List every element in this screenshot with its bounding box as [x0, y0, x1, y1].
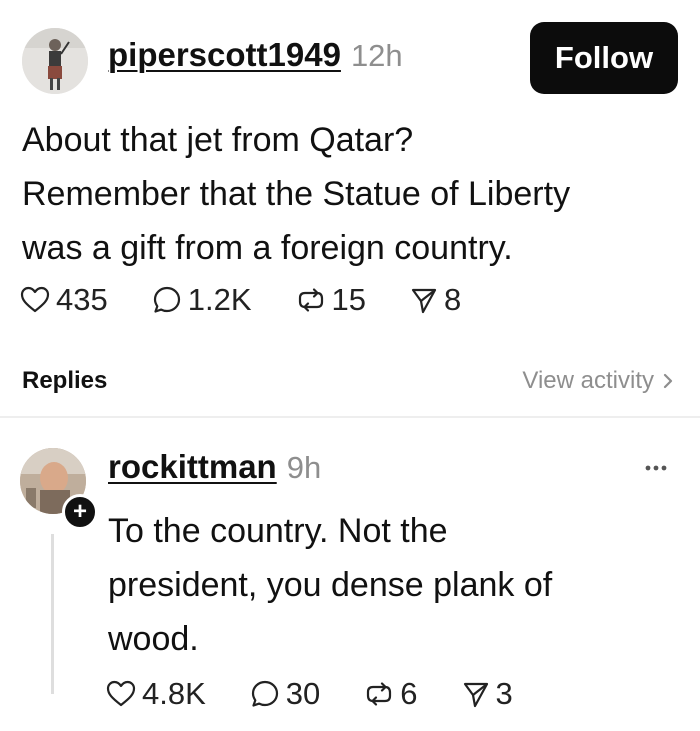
reply-share-count: 3 [495, 676, 513, 711]
reply-repost-button[interactable]: 6 [364, 676, 418, 712]
send-icon [463, 682, 488, 708]
view-activity-label: View activity [522, 367, 654, 394]
post-text-line: About that jet from Qatar? [22, 121, 414, 159]
reply-like-count: 4.8K [142, 676, 206, 711]
follow-plus-badge[interactable]: + [62, 494, 98, 530]
reply-text-line: wood. [108, 620, 199, 658]
repost-icon [298, 288, 323, 312]
like-button[interactable]: 435 [20, 282, 108, 318]
repost-icon [367, 682, 392, 706]
reply-button[interactable]: 1.2K [152, 282, 252, 318]
post-timestamp: 12h [350, 38, 403, 73]
comment-icon [251, 680, 278, 707]
post-actions: 435 1.2K 15 8 [20, 278, 505, 322]
post-header: piperscott1949 12h [108, 36, 403, 86]
repost-button[interactable]: 15 [296, 282, 366, 318]
reply-header: rockittman 9h [108, 448, 321, 486]
reply-post: + rockittman 9h To the country. Not the … [0, 418, 700, 731]
reply-like-button[interactable]: 4.8K [106, 676, 206, 712]
reply-author-username[interactable]: rockittman [108, 448, 277, 486]
repost-count: 15 [331, 282, 366, 317]
reply-comment-count: 30 [285, 676, 321, 711]
chevron-right-icon [663, 373, 673, 389]
reply-timestamp: 9h [286, 450, 322, 485]
main-post: piperscott1949 12h Follow About that jet… [0, 0, 700, 345]
comment-icon [153, 286, 180, 313]
post-body: About that jet from Qatar? Remember that… [22, 113, 682, 275]
post-text-line: was a gift from a foreign country. [22, 229, 513, 267]
reply-text-line: To the country. Not the [108, 512, 448, 550]
reply-comment-button[interactable]: 30 [250, 676, 320, 712]
heart-icon [20, 286, 50, 313]
share-count: 8 [444, 282, 462, 317]
heart-icon [106, 680, 136, 707]
more-dots-icon[interactable] [636, 458, 676, 478]
reply-actions: 4.8K 30 6 3 [106, 672, 557, 716]
send-icon [411, 288, 437, 314]
replies-header: Replies View activity [0, 345, 700, 417]
follow-button[interactable]: Follow [530, 22, 678, 94]
avatar-image [22, 28, 88, 94]
reply-repost-count: 6 [400, 676, 418, 711]
author-username[interactable]: piperscott1949 [108, 36, 341, 74]
reply-body: To the country. Not the president, you d… [108, 504, 668, 666]
reply-share-button[interactable]: 3 [462, 676, 513, 712]
like-count: 435 [56, 282, 108, 317]
thread-line [51, 534, 54, 694]
post-text-line: Remember that the Statue of Liberty [22, 175, 571, 213]
replies-label: Replies [22, 367, 108, 394]
view-activity-link[interactable]: View activity [522, 367, 674, 395]
reply-text-line: president, you dense plank of [108, 566, 553, 604]
share-button[interactable]: 8 [410, 282, 461, 318]
reply-count: 1.2K [187, 282, 252, 317]
author-avatar[interactable] [22, 28, 88, 94]
